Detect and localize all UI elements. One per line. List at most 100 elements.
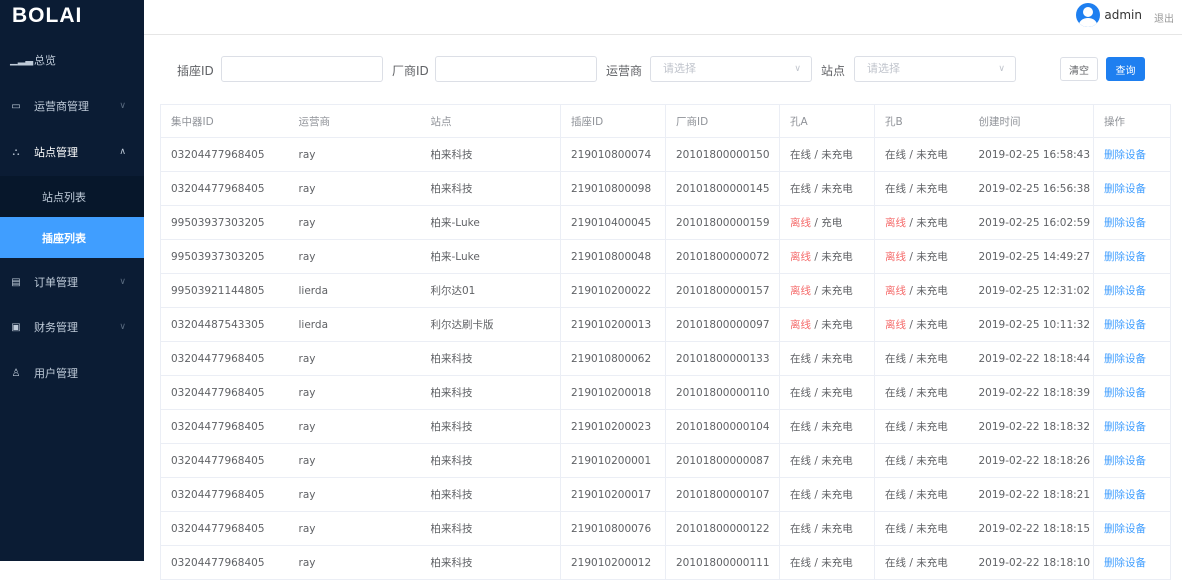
delete-device-link[interactable]: 删除设备 (1104, 183, 1146, 195)
cell-text: 219010800074 (571, 148, 652, 161)
online-status: 离线 (790, 217, 811, 229)
table-cell: ray (288, 443, 421, 478)
document-icon: ▤ (11, 276, 21, 288)
delete-device-link[interactable]: 删除设备 (1104, 149, 1146, 161)
delete-device-link[interactable]: 删除设备 (1104, 353, 1146, 365)
vendor-id-input[interactable] (435, 56, 597, 82)
table-cell: 在线 / 未充电 (779, 375, 875, 410)
sidebar-item-finance[interactable]: ▣ 财务管理 ∨ (0, 305, 144, 349)
sidebar-item-stations[interactable]: ⛬ 站点管理 ∧ (0, 130, 144, 174)
cell-text: 20101800000104 (676, 420, 770, 433)
table-cell: 2019-02-22 18:18:10 (968, 545, 1094, 580)
table-cell: 99503937303205 (160, 239, 289, 274)
cell-text: 2019-02-25 10:11:32 (978, 318, 1091, 331)
delete-device-link[interactable]: 删除设备 (1104, 387, 1146, 399)
sidebar-item-operators[interactable]: ▭ 运营商管理 ∨ (0, 84, 144, 128)
table-cell: 删除设备 (1093, 239, 1171, 274)
table-cell: 219010200001 (560, 443, 666, 478)
table-cell: 219010200023 (560, 409, 666, 444)
socket-id-input[interactable] (221, 56, 383, 82)
cell-text: ray (298, 488, 316, 501)
table-cell: 离线 / 未充电 (779, 307, 875, 342)
delete-device-link[interactable]: 删除设备 (1104, 455, 1146, 467)
table-cell: 柏来科技 (420, 443, 561, 478)
table-cell: 离线 / 未充电 (874, 239, 969, 274)
sidebar-subitem-socket-list[interactable]: 插座列表 (0, 217, 144, 258)
cell-text: 03204477968405 (171, 182, 265, 195)
sitemap-icon: ⛬ (12, 146, 20, 158)
cell-text: 03204477968405 (171, 488, 265, 501)
cell-text: ray (298, 522, 316, 535)
online-status: 在线 (885, 183, 906, 195)
table-cell: 20101800000122 (665, 511, 780, 546)
charge-status: 未充电 (916, 421, 948, 433)
charge-status: 未充电 (821, 455, 853, 467)
chevron-down-icon: ∨ (119, 101, 126, 111)
sidebar-subitem-station-list[interactable]: 站点列表 (0, 176, 144, 217)
sidebar-item-label: 站点管理 (34, 146, 78, 159)
cell-text: 219010800076 (571, 522, 652, 535)
clear-button[interactable]: 清空 (1060, 57, 1098, 81)
cell-text: 柏来科技 (430, 353, 473, 365)
cell-text: ray (298, 148, 316, 161)
avatar[interactable] (1076, 3, 1100, 27)
table-cell: 删除设备 (1093, 409, 1171, 444)
cell-text: 2019-02-25 12:31:02 (978, 284, 1091, 297)
cell-text: 柏来科技 (430, 183, 473, 195)
cell-text: ray (298, 216, 316, 229)
charge-status: 未充电 (821, 353, 853, 365)
charge-status: 未充电 (821, 557, 853, 569)
table-cell: 219010800074 (560, 137, 666, 172)
delete-device-link[interactable]: 删除设备 (1104, 285, 1146, 297)
charge-status: 未充电 (916, 217, 948, 229)
table-cell: 20101800000111 (665, 545, 780, 580)
cell-text: 柏来科技 (430, 421, 473, 433)
operator-label: 运营商 (606, 64, 643, 78)
station-select[interactable]: 请选择 ∨ (854, 56, 1016, 82)
operator-select[interactable]: 请选择 ∨ (650, 56, 812, 82)
logout-link[interactable]: 退出 (1154, 10, 1174, 25)
table-cell: 柏来科技 (420, 545, 561, 580)
table-row: 03204477968405 ray 柏来科技 219010800098 2010180… (160, 171, 1171, 206)
table-cell: 在线 / 未充电 (874, 443, 969, 478)
table-cell: 离线 / 充电 (779, 205, 875, 240)
cell-text: 20101800000087 (676, 454, 770, 467)
cell-text: 柏来科技 (430, 489, 473, 501)
delete-device-link[interactable]: 删除设备 (1104, 319, 1146, 331)
cell-text: ray (298, 454, 316, 467)
user-icon: ♙ (11, 367, 21, 379)
table-cell: 219010800062 (560, 341, 666, 376)
table-cell: 在线 / 未充电 (779, 341, 875, 376)
charge-status: 未充电 (821, 183, 853, 195)
online-status: 离线 (790, 251, 811, 263)
cell-text: 219010800098 (571, 182, 652, 195)
table-cell: 在线 / 未充电 (779, 409, 875, 444)
sidebar-item-users[interactable]: ♙ 用户管理 (0, 351, 144, 395)
online-status: 在线 (790, 149, 811, 161)
online-status: 在线 (790, 353, 811, 365)
table-cell: 柏来-Luke (420, 239, 561, 274)
cell-text: 99503937303205 (171, 216, 265, 229)
table-cell: 在线 / 未充电 (874, 545, 969, 580)
sidebar-item-orders[interactable]: ▤ 订单管理 ∨ (0, 260, 144, 304)
table-cell: 离线 / 未充电 (874, 307, 969, 342)
delete-device-link[interactable]: 删除设备 (1104, 251, 1146, 263)
query-button[interactable]: 查询 (1106, 57, 1145, 81)
charge-status: 未充电 (916, 523, 948, 535)
charge-status: 未充电 (821, 319, 853, 331)
delete-device-link[interactable]: 删除设备 (1104, 217, 1146, 229)
top-bar: admin 退出 (144, 0, 1182, 35)
delete-device-link[interactable]: 删除设备 (1104, 421, 1146, 433)
delete-device-link[interactable]: 删除设备 (1104, 557, 1146, 569)
cell-text: 2019-02-25 16:58:43 (978, 148, 1091, 161)
table-cell: 219010200012 (560, 545, 666, 580)
sidebar-item-overview[interactable]: ▁▂▃ 总览 (0, 38, 144, 82)
delete-device-link[interactable]: 删除设备 (1104, 489, 1146, 501)
cell-text: 219010800048 (571, 250, 652, 263)
table-cell: 219010200013 (560, 307, 666, 342)
delete-device-link[interactable]: 删除设备 (1104, 523, 1146, 535)
table-row: 03204487543305 lierda 利尔达刷卡版 219010200013 20… (160, 307, 1171, 342)
table-cell: 99503937303205 (160, 205, 289, 240)
table-cell: 柏来科技 (420, 171, 561, 206)
table-cell: 219010200022 (560, 273, 666, 308)
